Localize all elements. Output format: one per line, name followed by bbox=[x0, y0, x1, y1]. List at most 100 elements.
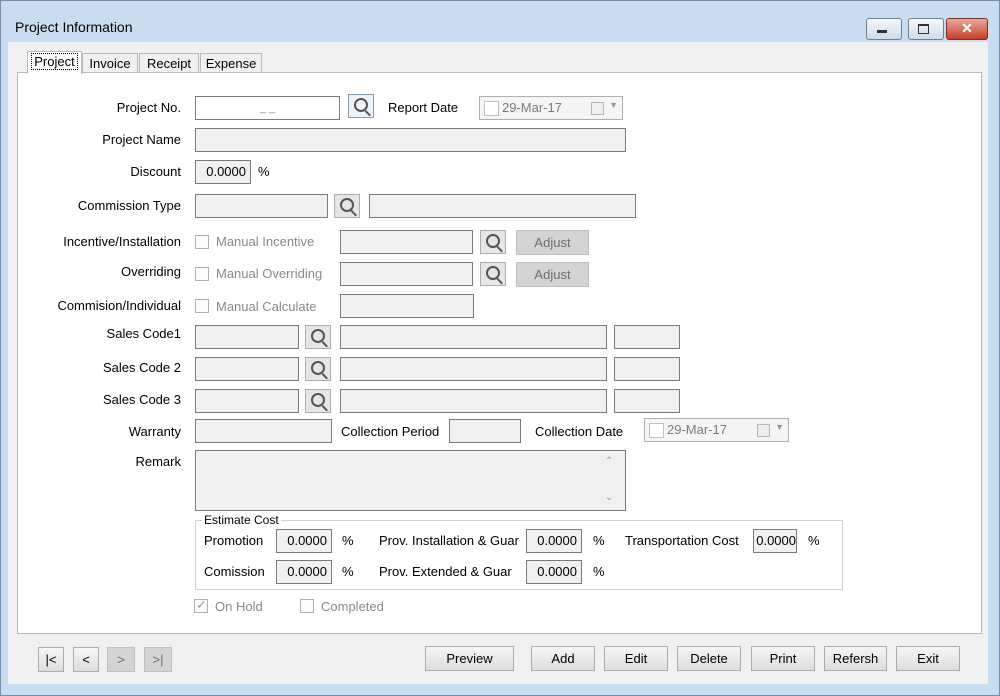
project-no-input[interactable]: _ _ bbox=[195, 96, 340, 120]
commission-type-search-button[interactable] bbox=[334, 194, 360, 218]
completed-label: Completed bbox=[321, 599, 384, 614]
scroll-up-icon[interactable]: ⌃ bbox=[605, 456, 613, 467]
sales-code2-name bbox=[340, 357, 607, 381]
commission-type-label: Commission Type bbox=[77, 198, 181, 213]
prov-installation-label: Prov. Installation & Guar bbox=[379, 533, 519, 548]
transportation-cost-input[interactable]: 0.0000 bbox=[753, 529, 797, 553]
on-hold-label: On Hold bbox=[215, 599, 263, 614]
manual-incentive-checkbox[interactable] bbox=[195, 235, 209, 249]
commission-individual-input[interactable] bbox=[340, 294, 474, 318]
collection-date-picker[interactable]: 29-Mar-17 ▼ bbox=[644, 418, 789, 442]
first-record-button[interactable]: |< bbox=[38, 647, 64, 672]
sales-code1-search-button[interactable] bbox=[305, 325, 331, 349]
manual-overriding-label: Manual Overriding bbox=[216, 266, 323, 281]
overriding-search-button[interactable] bbox=[480, 262, 506, 286]
sales-code1-input[interactable] bbox=[195, 325, 299, 349]
maximize-button[interactable] bbox=[908, 18, 944, 40]
previous-record-button[interactable]: < bbox=[73, 647, 99, 672]
prov-extended-input[interactable]: 0.0000 bbox=[526, 560, 582, 584]
calendar-icon bbox=[757, 424, 770, 437]
tab-project[interactable]: Project bbox=[27, 51, 82, 74]
report-date-picker[interactable]: 29-Mar-17 ▼ bbox=[479, 96, 623, 120]
prov-installation-percent: % bbox=[593, 533, 605, 548]
tab-receipt[interactable]: Receipt bbox=[139, 53, 199, 73]
exit-button[interactable]: Exit bbox=[896, 646, 960, 671]
sales-code3-search-button[interactable] bbox=[305, 389, 331, 413]
close-button[interactable]: ✕ bbox=[946, 18, 988, 40]
add-button[interactable]: Add bbox=[531, 646, 595, 671]
project-name-label: Project Name bbox=[102, 132, 181, 147]
tab-expense[interactable]: Expense bbox=[200, 53, 262, 73]
calendar-icon bbox=[591, 102, 604, 115]
close-icon: ✕ bbox=[961, 20, 973, 36]
next-record-button[interactable]: > bbox=[107, 647, 135, 672]
incentive-search-button[interactable] bbox=[480, 230, 506, 254]
completed-checkbox[interactable] bbox=[300, 599, 314, 613]
prov-installation-input[interactable]: 0.0000 bbox=[526, 529, 582, 553]
search-icon bbox=[311, 329, 325, 343]
warranty-input[interactable] bbox=[195, 419, 332, 443]
commission-type-description bbox=[369, 194, 636, 218]
chevron-down-icon: ▼ bbox=[775, 422, 784, 432]
on-hold-checkbox[interactable] bbox=[194, 597, 208, 613]
sales-code3-input[interactable] bbox=[195, 389, 299, 413]
project-no-label: Project No. bbox=[116, 100, 181, 115]
manual-calculate-checkbox[interactable] bbox=[195, 299, 209, 313]
project-name-input[interactable] bbox=[195, 128, 626, 152]
collection-period-input[interactable] bbox=[449, 419, 521, 443]
prov-extended-percent: % bbox=[593, 564, 605, 579]
discount-input[interactable]: 0.0000 bbox=[195, 160, 251, 184]
estimate-cost-title: Estimate Cost bbox=[202, 513, 281, 527]
preview-button[interactable]: Preview bbox=[425, 646, 514, 671]
sales-code1-label: Sales Code1 bbox=[106, 326, 181, 341]
chevron-down-icon: ▼ bbox=[609, 100, 618, 110]
incentive-input[interactable] bbox=[340, 230, 473, 254]
search-icon bbox=[311, 361, 325, 375]
commission-type-code-input[interactable] bbox=[195, 194, 328, 218]
scroll-down-icon[interactable]: ⌄ bbox=[605, 492, 613, 503]
prov-extended-label: Prov. Extended & Guar bbox=[379, 564, 512, 579]
sales-code2-label: Sales Code 2 bbox=[102, 360, 181, 375]
promotion-input[interactable]: 0.0000 bbox=[276, 529, 332, 553]
sales-code2-input[interactable] bbox=[195, 357, 299, 381]
commission-individual-label: Commision/Individual bbox=[57, 298, 181, 313]
project-no-search-button[interactable] bbox=[348, 94, 374, 118]
minimize-icon bbox=[877, 30, 887, 33]
collection-date-checkbox[interactable] bbox=[649, 423, 664, 438]
print-button[interactable]: Print bbox=[751, 646, 815, 671]
commission-estimate-input[interactable]: 0.0000 bbox=[276, 560, 332, 584]
delete-button[interactable]: Delete bbox=[677, 646, 741, 671]
discount-label: Discount bbox=[130, 164, 181, 179]
sales-code2-search-button[interactable] bbox=[305, 357, 331, 381]
collection-date-label: Collection Date bbox=[535, 424, 624, 439]
last-record-button[interactable]: >| bbox=[144, 647, 172, 672]
overriding-adjust-button[interactable]: Adjust bbox=[516, 262, 589, 287]
sales-code3-name bbox=[340, 389, 607, 413]
refresh-button[interactable]: Refersh bbox=[824, 646, 887, 671]
overriding-input[interactable] bbox=[340, 262, 473, 286]
transportation-cost-percent: % bbox=[808, 533, 820, 548]
search-icon bbox=[486, 234, 500, 248]
remark-textarea[interactable] bbox=[195, 450, 626, 511]
report-date-checkbox[interactable] bbox=[484, 101, 499, 116]
tab-project-label: Project bbox=[31, 53, 78, 70]
search-icon bbox=[340, 198, 354, 212]
search-icon bbox=[486, 266, 500, 280]
sales-code1-name bbox=[340, 325, 607, 349]
maximize-icon bbox=[918, 24, 929, 34]
edit-button[interactable]: Edit bbox=[604, 646, 668, 671]
discount-percent: % bbox=[258, 164, 270, 179]
search-icon bbox=[354, 98, 368, 112]
manual-incentive-label: Manual Incentive bbox=[216, 234, 315, 249]
minimize-button[interactable] bbox=[866, 18, 902, 40]
manual-overriding-checkbox[interactable] bbox=[195, 267, 209, 281]
tab-invoice[interactable]: Invoice bbox=[82, 53, 138, 73]
sales-code3-extra bbox=[614, 389, 680, 413]
manual-calculate-label: Manual Calculate bbox=[216, 299, 317, 314]
commission-estimate-percent: % bbox=[342, 564, 354, 579]
incentive-installation-label: Incentive/Installation bbox=[63, 234, 181, 249]
promotion-percent: % bbox=[342, 533, 354, 548]
search-icon bbox=[311, 393, 325, 407]
incentive-adjust-button[interactable]: Adjust bbox=[516, 230, 589, 255]
title-bar: Project Information ✕ bbox=[1, 1, 999, 43]
